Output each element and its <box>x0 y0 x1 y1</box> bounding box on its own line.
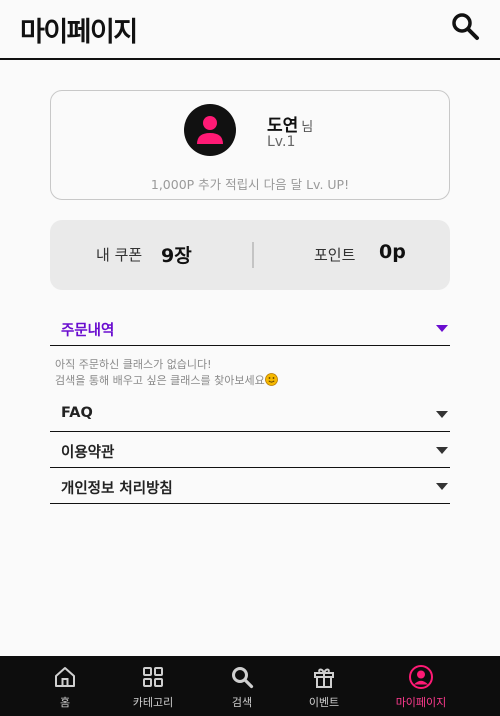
nav-category[interactable]: 카테고리 <box>113 656 193 716</box>
user-name-row: 도연 님 <box>267 111 313 136</box>
accordion-label: 이용약관 <box>61 445 115 461</box>
order-empty-line1: 아직 주문하신 클래스가 없습니다! <box>55 358 212 371</box>
accordion-privacy-policy[interactable]: 개인정보 처리방침 <box>50 468 450 504</box>
home-icon <box>55 667 75 687</box>
nav-label: 카테고리 <box>132 696 174 709</box>
chevron-down-icon <box>436 483 448 490</box>
gift-icon <box>314 668 334 688</box>
page-title: 마이페이지 <box>20 17 138 48</box>
profile-card: 도연 님 Lv.1 1,000P 추가 적립시 다음 달 Lv. UP! <box>50 90 450 200</box>
smiley-icon <box>264 373 278 386</box>
user-icon <box>197 116 223 144</box>
user-name: 도연 <box>267 116 299 136</box>
search-icon <box>452 13 479 40</box>
profile-icon <box>409 665 433 689</box>
chevron-down-icon <box>436 325 448 332</box>
coupon-value[interactable]: 9장 <box>161 241 192 268</box>
accordion-faq[interactable]: FAQ <box>50 396 450 432</box>
accordion-label: 개인정보 처리방침 <box>61 481 173 497</box>
accordion-label: FAQ <box>61 405 93 421</box>
grid-icon <box>143 667 163 687</box>
nav-home[interactable]: 홈 <box>25 656 105 716</box>
user-honorific: 님 <box>301 120 314 135</box>
order-empty-line2: 검색을 통해 배우고 싶은 클래스를 찾아보세요 <box>55 374 265 387</box>
accordion-label: 주문내역 <box>61 323 115 339</box>
nav-label: 홈 <box>59 696 71 709</box>
nav-label: 이벤트 <box>308 696 340 709</box>
nav-mypage[interactable]: 마이페이지 <box>381 656 461 716</box>
top-header: 마이페이지 <box>0 0 500 60</box>
coupon-label: 내 쿠폰 <box>96 246 143 264</box>
level-up-notice: 1,000P 추가 적립시 다음 달 Lv. UP! <box>150 177 350 192</box>
chevron-down-icon <box>436 411 448 418</box>
nav-event[interactable]: 이벤트 <box>284 656 364 716</box>
avatar <box>184 104 236 156</box>
bottom-nav: 홈 카테고리 검색 이벤트 마이페이지 <box>0 656 500 716</box>
chevron-down-icon <box>436 447 448 454</box>
point-value[interactable]: 0p <box>379 241 406 263</box>
stats-card: 내 쿠폰 9장 포인트 0p <box>50 220 450 290</box>
user-level: Lv.1 <box>267 134 296 150</box>
nav-search[interactable]: 검색 <box>202 656 282 716</box>
nav-label: 검색 <box>231 696 253 709</box>
header-search-button[interactable] <box>450 11 482 43</box>
point-label: 포인트 <box>314 246 356 264</box>
stats-divider <box>252 242 254 268</box>
order-empty-message: 아직 주문하신 클래스가 없습니다! 검색을 통해 배우고 싶은 클래스를 찾아… <box>55 357 278 389</box>
nav-label: 마이페이지 <box>395 696 447 709</box>
accordion-terms[interactable]: 이용약관 <box>50 432 450 468</box>
search-icon <box>232 667 254 689</box>
accordion-order-history[interactable]: 주문내역 <box>50 310 450 346</box>
